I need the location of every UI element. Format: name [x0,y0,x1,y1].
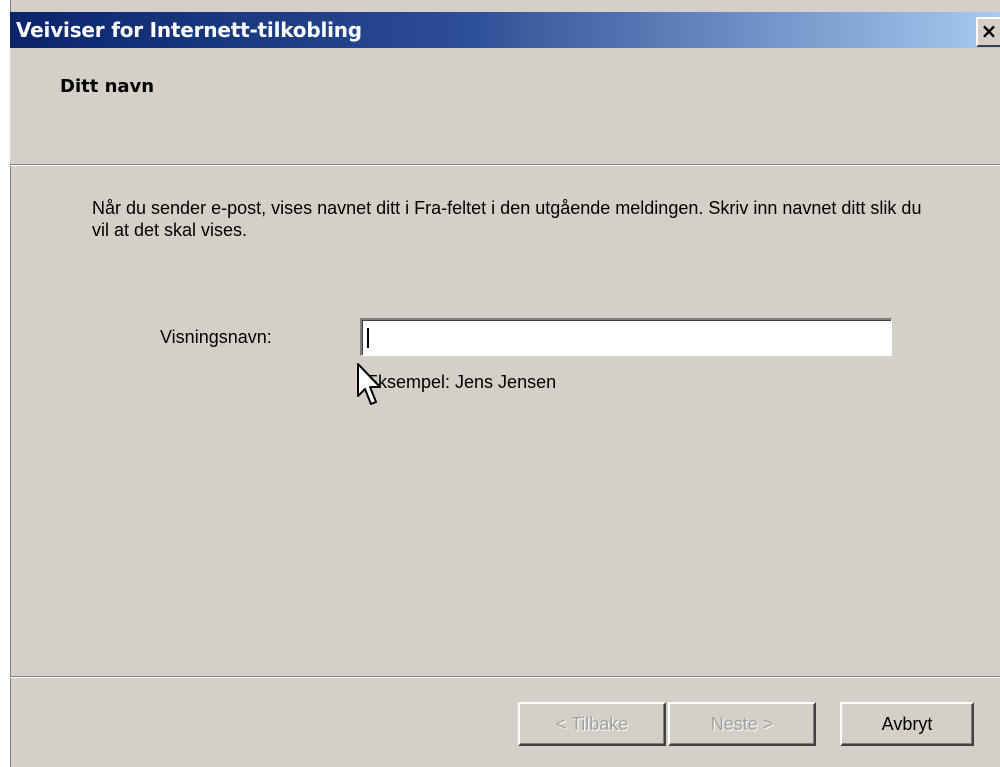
wizard-header: Ditt navn [10,48,1000,164]
display-name-input[interactable] [360,318,892,356]
back-button[interactable]: < Tilbake [518,702,666,746]
wizard-window: Veiviser for Internett-tilkobling × Ditt… [0,0,1000,767]
window-title: Veiviser for Internett-tilkobling [16,18,362,42]
example-hint: Eksempel: Jens Jensen [366,372,557,392]
page-title: Ditt navn [60,76,155,97]
next-button[interactable]: Neste > [668,702,816,746]
display-name-label: Visningsnavn: [160,327,272,347]
header-divider [10,164,1000,166]
mouse-pointer-icon [357,363,381,405]
title-bar[interactable]: Veiviser for Internett-tilkobling × [10,12,1000,48]
close-icon: × [980,19,998,43]
footer-divider [10,676,1000,678]
cancel-button[interactable]: Avbryt [840,702,974,746]
close-button[interactable]: × [976,17,1000,47]
text-caret [367,328,369,348]
description-text: Når du sender e-post, vises navnet ditt … [92,198,922,240]
